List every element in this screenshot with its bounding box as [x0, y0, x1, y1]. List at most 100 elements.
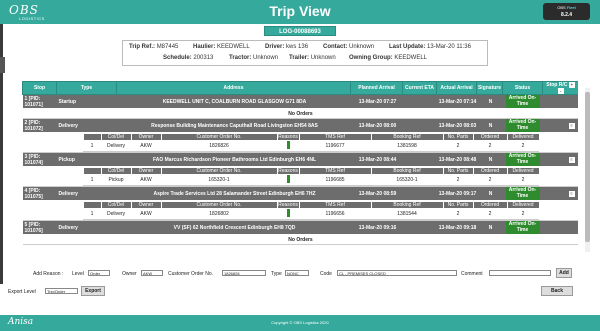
col-address[interactable]: Address: [116, 81, 351, 95]
col-status[interactable]: Status: [502, 81, 543, 95]
stop-row[interactable]: 3 [PID: 101074] Pickup FAO Marcus Richards…: [22, 152, 578, 167]
scrollbar-thumb[interactable]: [585, 92, 590, 242]
col-customer-order[interactable]: Customer Order No.: [160, 133, 278, 141]
stop-row[interactable]: 2 [PID: 101072] Delivery Response Building…: [22, 118, 578, 133]
reason-code-icon[interactable]: ≡: [568, 156, 575, 163]
version-label: OBS: [557, 5, 566, 10]
reason-indicator[interactable]: [286, 141, 290, 149]
customer-order-select-value: 1826826: [224, 271, 240, 276]
col-ordered[interactable]: Ordered: [472, 201, 508, 209]
actual-arrival: 13-Mar-20 07:14: [436, 94, 477, 109]
col-delivered[interactable]: Delivered: [506, 201, 540, 209]
order-line-row[interactable]: 1 Pickup AKW 165320-1 1196685 165320-1 2 2 2: [83, 174, 539, 186]
stop-row[interactable]: 1 [PID: 101071] Startup KEEDWELL UNIT C, C…: [22, 94, 578, 109]
app-header: OBS LOGISTICS Trip View OBS Fleet 8.2.4: [0, 0, 600, 24]
comment-input[interactable]: [489, 270, 551, 276]
reason-indicator[interactable]: [286, 175, 290, 183]
col-tms-ref[interactable]: TMS Ref: [298, 201, 372, 209]
type-select[interactable]: NONC: [285, 270, 309, 276]
customer-order-label: Customer Order No.: [168, 271, 214, 277]
trip-info-row-1: Trip Ref.: M87445 Haulier: KEEDWELL Driv…: [123, 44, 487, 54]
type-select-value: NONC: [287, 271, 299, 276]
col-ordered[interactable]: Ordered: [472, 167, 508, 175]
code-label: Code: [320, 271, 332, 277]
version-number: 8.2.4: [560, 12, 573, 18]
col-customer-order[interactable]: Customer Order No.: [160, 201, 278, 209]
stop-type: Startup: [56, 94, 117, 109]
line-customer-order: 1826802: [161, 208, 277, 220]
add-reason-button[interactable]: Add: [556, 268, 572, 278]
stops-table-container[interactable]: Stop Type Address Planned Arrival Curren…: [22, 81, 578, 253]
col-line-number: [82, 201, 102, 209]
col-col-del[interactable]: Col/Del: [100, 133, 132, 141]
last-update-label: Last Update:: [389, 44, 426, 50]
col-type[interactable]: Type: [56, 81, 117, 95]
col-customer-order[interactable]: Customer Order No.: [160, 167, 278, 175]
line-reasons[interactable]: [277, 140, 299, 152]
export-button[interactable]: Export: [81, 286, 105, 296]
col-no-parts[interactable]: No. Parts: [442, 133, 474, 141]
stop-rc-cell: [542, 94, 578, 109]
line-reasons[interactable]: [277, 208, 299, 220]
col-tms-ref[interactable]: TMS Ref: [298, 133, 372, 141]
line-col-del: Delivery: [101, 208, 131, 220]
expand-all-icon[interactable]: +: [568, 82, 575, 88]
order-line-row[interactable]: 1 Delivery AKW 1826826 1196677 1381598 2 2 2: [83, 140, 539, 152]
owner-select[interactable]: AKW: [141, 270, 163, 276]
status-cell: Arrived On-Time: [502, 94, 543, 109]
col-ordered[interactable]: Ordered: [472, 133, 508, 141]
col-owner[interactable]: Owner: [130, 201, 162, 209]
col-eta[interactable]: Current ETA: [402, 81, 437, 95]
col-booking-ref[interactable]: Booking Ref: [370, 133, 444, 141]
col-stop[interactable]: Stop: [22, 81, 57, 95]
level-select[interactable]: Order: [88, 270, 110, 276]
planned-arrival: 13-Mar-20 09:16: [350, 220, 403, 235]
trip-ref-label: Trip Ref.:: [129, 44, 156, 50]
export-level-select[interactable]: Trip/Order: [45, 288, 78, 294]
col-stop-rc[interactable]: Stop R/C + -: [542, 81, 578, 95]
col-booking-ref[interactable]: Booking Ref: [370, 201, 444, 209]
col-col-del[interactable]: Col/Del: [100, 167, 132, 175]
order-line-row[interactable]: 1 Delivery AKW 1826802 1196656 1381544 2 2 2: [83, 208, 539, 220]
line-no-parts: 2: [443, 140, 473, 152]
type-label: Type: [271, 271, 282, 277]
col-owner[interactable]: Owner: [130, 167, 162, 175]
signature-flag: N: [476, 94, 503, 109]
col-tms-ref[interactable]: TMS Ref: [298, 167, 372, 175]
table-scrollbar[interactable]: [585, 88, 590, 252]
status-badge: Arrived On-Time: [505, 153, 540, 166]
col-actual[interactable]: Actual Arrival: [436, 81, 477, 95]
line-booking-ref: 1381598: [371, 140, 443, 152]
col-col-del[interactable]: Col/Del: [100, 201, 132, 209]
line-reasons[interactable]: [277, 174, 299, 186]
col-reasons[interactable]: Reasons: [276, 133, 300, 141]
col-reasons[interactable]: Reasons: [276, 167, 300, 175]
col-planned[interactable]: Planned Arrival: [350, 81, 403, 95]
customer-order-select[interactable]: 1826826: [222, 270, 266, 276]
reason-indicator[interactable]: [286, 209, 290, 217]
current-eta: [402, 118, 437, 133]
stop-row[interactable]: 5 [PID: 101076] Delivery VV (SF) 62 Northf…: [22, 220, 578, 235]
col-reasons[interactable]: Reasons: [276, 201, 300, 209]
collapse-all-icon[interactable]: -: [557, 88, 564, 94]
reason-code-icon[interactable]: ≡: [568, 122, 575, 129]
line-tms-ref: 1196677: [299, 140, 371, 152]
col-delivered[interactable]: Delivered: [506, 133, 540, 141]
code-select[interactable]: CL - PREMISES CLOSED: [337, 270, 457, 276]
col-no-parts[interactable]: No. Parts: [442, 167, 474, 175]
col-signature[interactable]: Signature: [476, 81, 503, 95]
signature-flag: N: [476, 186, 503, 201]
col-booking-ref[interactable]: Booking Ref: [370, 167, 444, 175]
tractor-value: Unknown: [253, 55, 279, 61]
col-owner[interactable]: Owner: [130, 133, 162, 141]
stop-address: VV (SF) 62 Northfield Crescent Edinburgh…: [116, 220, 351, 235]
side-menu-tab[interactable]: [0, 57, 5, 73]
col-no-parts[interactable]: No. Parts: [442, 201, 474, 209]
line-col-del: Delivery: [101, 140, 131, 152]
no-orders-text: No Orders: [22, 234, 578, 245]
back-button[interactable]: Back: [541, 286, 573, 296]
reason-code-icon[interactable]: ≡: [568, 190, 575, 197]
stop-row[interactable]: 4 [PID: 101075] Delivery Aspire Trade Serv…: [22, 186, 578, 201]
col-delivered[interactable]: Delivered: [506, 167, 540, 175]
stop-number: 3 [PID: 101074]: [22, 152, 57, 167]
